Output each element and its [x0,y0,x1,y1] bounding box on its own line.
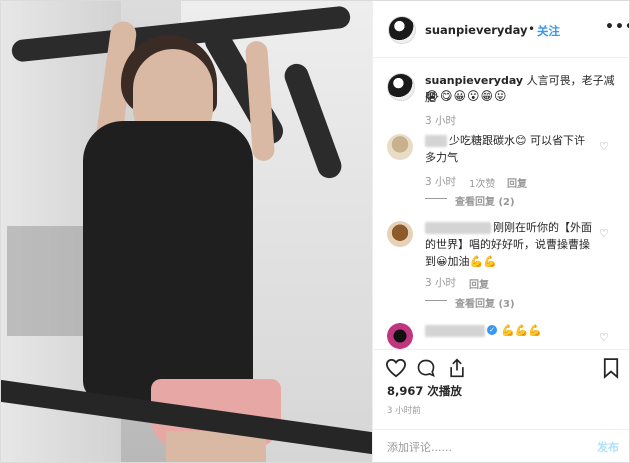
post-photo[interactable] [1,1,372,462]
comment-time: 3 小时 [425,277,457,289]
header-dot-separator: • [528,22,536,36]
avatar[interactable] [388,16,416,44]
view-replies-line [425,198,447,199]
photo-shirt [83,121,253,401]
comment-avatar[interactable] [387,323,413,349]
header-username[interactable]: suanpieveryday [425,23,528,37]
post-timestamp: 3 小时前 [387,406,421,416]
heart-icon[interactable]: ♡ [599,331,609,344]
comment-text: 少吃糖跟碳水😊 可以省下许多力气 [425,134,585,164]
post-header: suanpieveryday • 关注 ••• [373,1,629,58]
heart-icon[interactable]: ♡ [599,227,609,240]
comment-avatar[interactable] [387,134,413,160]
comment-bubble-icon[interactable] [416,358,436,378]
views-label: 次播放 [427,384,462,398]
caption-emojis: 😭😋😀😮😁😛 [425,89,508,103]
caption-avatar[interactable] [387,73,415,101]
share-icon[interactable] [447,357,467,379]
blurred-username [425,325,485,337]
follow-button[interactable]: 关注 [537,23,560,39]
view-replies-line [425,300,447,301]
comment-likes[interactable]: 1次赞 [469,175,495,190]
post-actions: 8,967 次播放 3 小时前 [373,349,629,429]
caption-username[interactable]: suanpieveryday [425,74,523,87]
caption-time: 3 小时 [425,115,457,127]
instagram-post: suanpieveryday • 关注 ••• suanpieveryday 人… [0,0,630,463]
comment-text: 刚刚在听你的【外面的世界】唱的好好听，说曹操曹操到😀加油💪💪 [425,221,592,268]
post-sidebar: suanpieveryday • 关注 ••• suanpieveryday 人… [372,1,629,462]
views-count[interactable]: 8,967 次播放 [387,383,462,399]
comment-avatar[interactable] [387,221,413,247]
like-heart-icon[interactable] [385,358,407,378]
view-replies-button[interactable]: 查看回复 (2) [455,193,515,208]
reply-button[interactable]: 回复 [469,276,489,291]
add-comment-bar: 发布 [373,429,629,462]
verified-badge-icon: ✓ [487,325,497,335]
comments-list[interactable]: suanpieveryday 人言可畏，老子减肥 😭😋😀😮😁😛 3 小时 少吃糖… [373,59,629,349]
reply-button[interactable]: 回复 [507,175,527,190]
comment-input[interactable] [387,439,577,455]
views-number: 8,967 [387,384,424,398]
heart-icon[interactable]: ♡ [599,140,609,153]
bookmark-icon[interactable] [603,357,619,379]
comment-text: 💪💪💪 [501,324,543,337]
more-icon[interactable]: ••• [605,19,629,35]
comment-time: 3 小时 [425,176,457,188]
view-replies-button[interactable]: 查看回复 (3) [455,295,515,310]
post-comment-button[interactable]: 发布 [597,439,619,455]
